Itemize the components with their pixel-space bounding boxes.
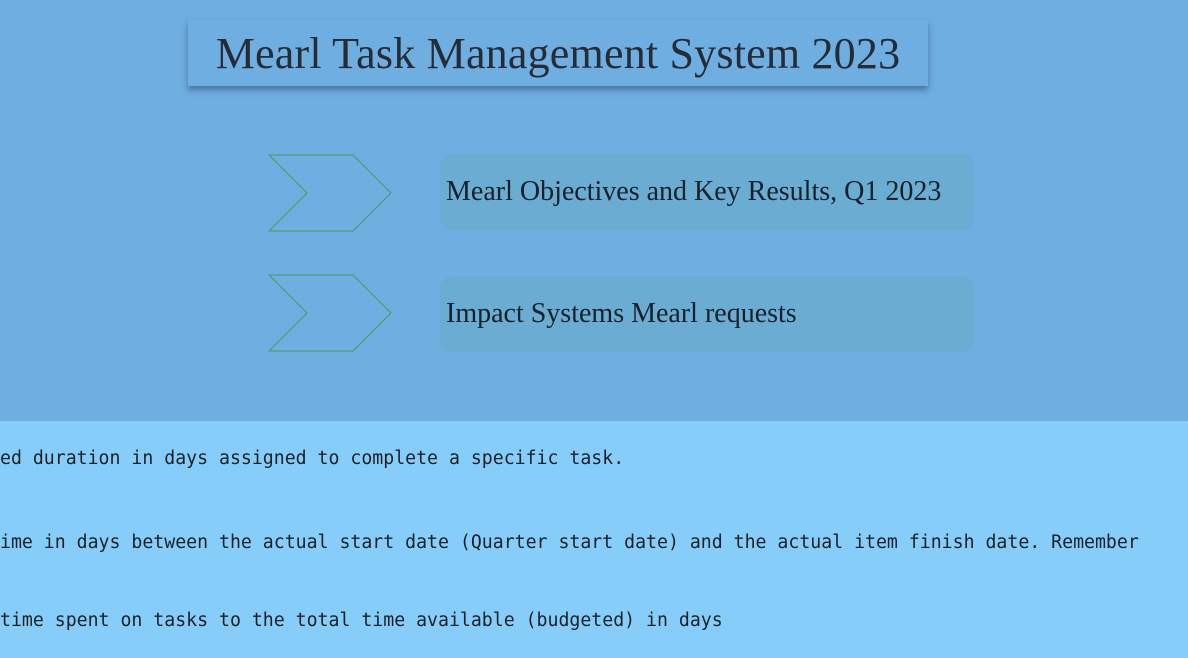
chevron-arrow-icon: [268, 273, 393, 353]
impact-requests-link[interactable]: Impact Systems Mearl requests: [440, 276, 974, 352]
description-line: ed duration in days assigned to complete…: [0, 448, 625, 469]
page-title: Mearl Task Management System 2023: [188, 20, 928, 86]
description-line: time spent on tasks to the total time av…: [0, 610, 723, 631]
description-line: ime in days between the actual start dat…: [0, 532, 1139, 553]
descriptions-panel: ed duration in days assigned to complete…: [0, 421, 1188, 658]
okr-link[interactable]: Mearl Objectives and Key Results, Q1 202…: [440, 154, 974, 230]
chevron-arrow-icon: [268, 153, 393, 233]
header-panel: Mearl Task Management System 2023 Mearl …: [0, 0, 1188, 421]
